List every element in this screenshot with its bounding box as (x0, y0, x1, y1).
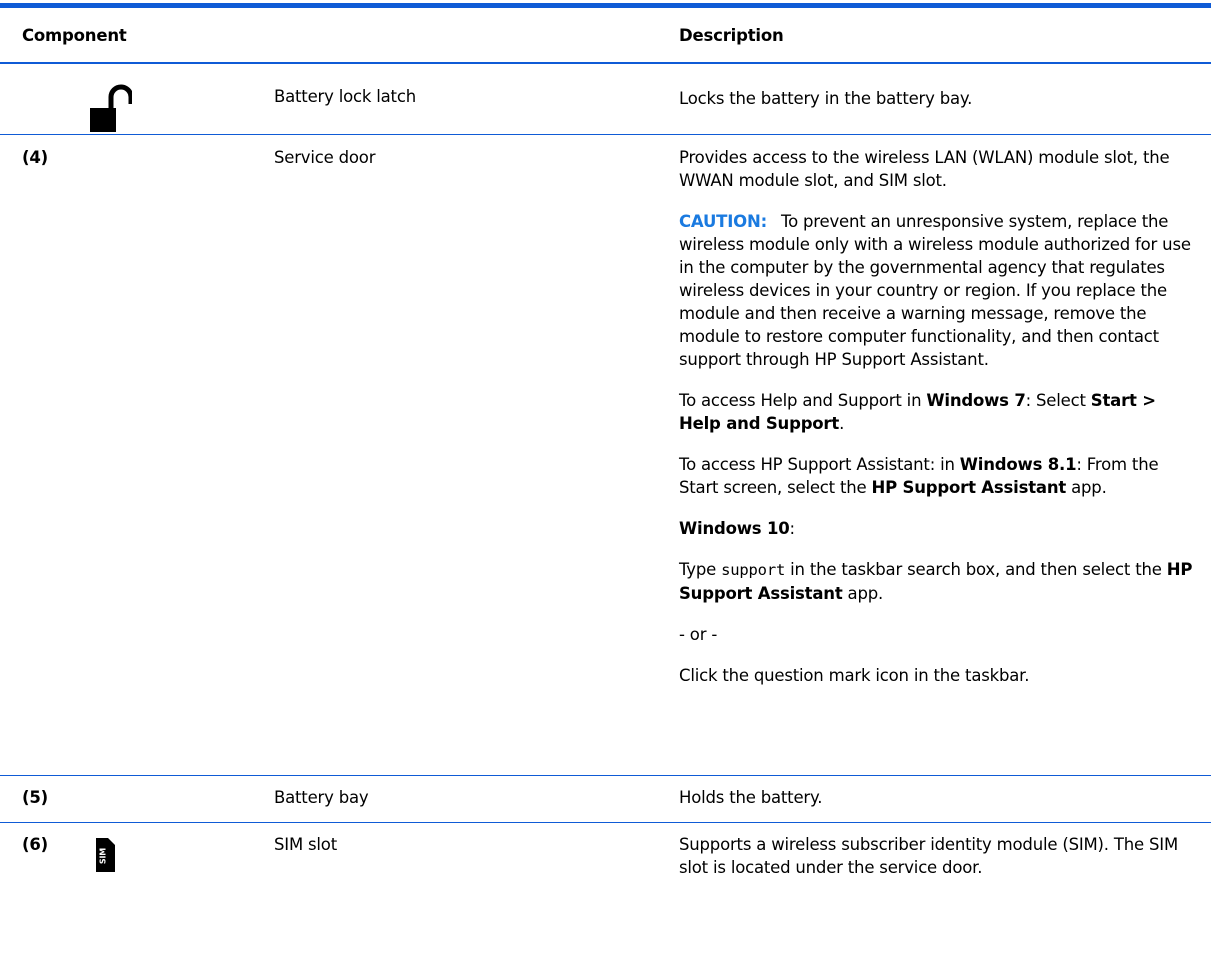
caution-label: CAUTION: (679, 212, 767, 231)
header-component: Component (22, 26, 127, 45)
description-paragraph: Type support in the taskbar search box, … (679, 560, 1193, 603)
battery-lock-latch-icon (88, 82, 134, 138)
top-rule (0, 3, 1211, 8)
component-description: Holds the battery. (679, 788, 823, 807)
component-name: SIM slot (274, 835, 337, 854)
row-divider (0, 134, 1211, 135)
code-text: support (721, 561, 786, 579)
component-description: Locks the battery in the battery bay. (679, 89, 973, 108)
description-paragraph: - or - (679, 625, 718, 644)
description-paragraph: Windows 10: (679, 519, 795, 538)
row-divider (0, 775, 1211, 776)
header-description: Description (679, 26, 784, 45)
component-number: (5) (22, 788, 48, 807)
sim-card-icon: SIM (94, 836, 116, 878)
component-description: Provides access to the wireless LAN (WLA… (679, 146, 1199, 687)
component-table: Component Description Battery lock latch… (0, 0, 1211, 954)
component-number: (6) (22, 835, 48, 854)
component-name: Battery bay (274, 788, 369, 807)
description-paragraph: Provides access to the wireless LAN (WLA… (679, 148, 1170, 190)
header-rule (0, 62, 1211, 64)
description-paragraph: To access HP Support Assistant: in Windo… (679, 455, 1159, 497)
caution-text: To prevent an unresponsive system, repla… (679, 212, 1191, 369)
description-paragraph: Click the question mark icon in the task… (679, 666, 1030, 685)
component-description: Supports a wireless subscriber identity … (679, 835, 1178, 877)
svg-text:SIM: SIM (99, 848, 108, 864)
component-name: Service door (274, 148, 376, 167)
component-name: Battery lock latch (274, 87, 416, 106)
component-number: (4) (22, 148, 48, 167)
caution-note: CAUTION: To prevent an unresponsive syste… (679, 210, 1199, 371)
description-paragraph: To access Help and Support in Windows 7:… (679, 391, 1156, 433)
row-divider (0, 822, 1211, 823)
